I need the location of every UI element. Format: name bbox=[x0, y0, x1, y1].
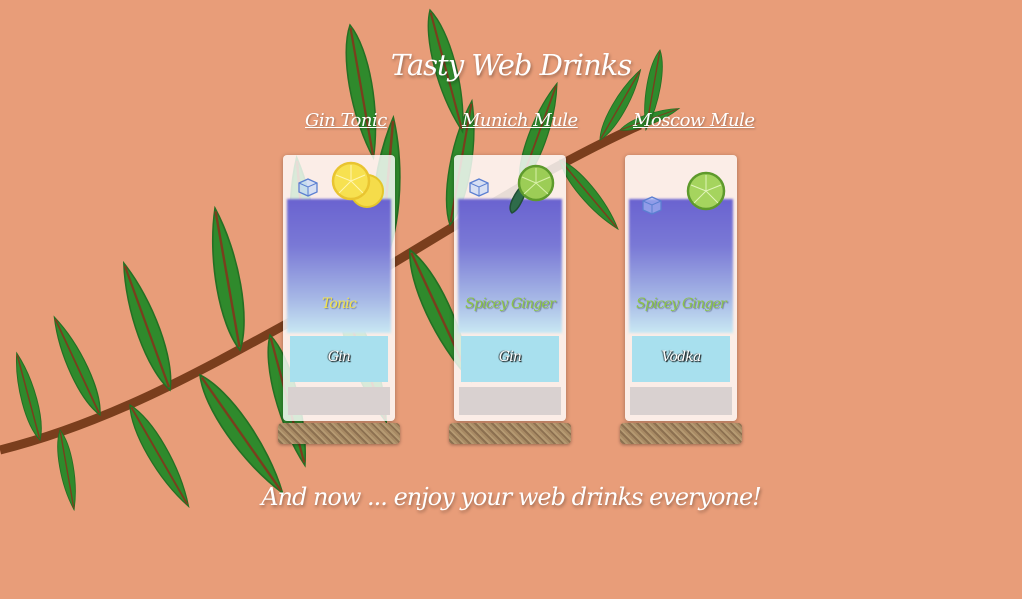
spirit-label: Gin bbox=[498, 349, 522, 365]
footer-message: And now ... enjoy your web drinks everyo… bbox=[261, 483, 762, 511]
glass-base bbox=[459, 387, 561, 415]
ice-cube-icon bbox=[298, 178, 318, 197]
ice-cube-icon bbox=[469, 178, 489, 197]
mixer-label: Tonic bbox=[321, 296, 357, 312]
glass-liquid bbox=[287, 199, 391, 333]
drink-glass-moscow-mule: Spicey Ginger Vodka bbox=[625, 155, 737, 421]
mixer-label: Spicey Ginger bbox=[636, 296, 727, 312]
glass-base bbox=[288, 387, 390, 415]
coaster bbox=[620, 423, 742, 444]
glass-liquid bbox=[629, 199, 733, 333]
lemon-slice-icon bbox=[331, 161, 384, 208]
link-moscow-mule[interactable]: Moscow Mule bbox=[633, 110, 755, 131]
lime-slice-icon bbox=[686, 171, 726, 211]
spirit-label: Gin bbox=[327, 349, 351, 365]
glass-base bbox=[630, 387, 732, 415]
spirit-label: Vodka bbox=[661, 349, 701, 365]
link-munich-mule[interactable]: Munich Mule bbox=[462, 110, 578, 131]
mixer-label: Spicey Ginger bbox=[465, 296, 556, 312]
coaster bbox=[449, 423, 571, 444]
ice-cube-icon bbox=[642, 196, 662, 215]
drink-glass-gin-tonic: Tonic Gin bbox=[283, 155, 395, 421]
page-title: Tasty Web Drinks bbox=[390, 48, 632, 82]
drink-glass-munich-mule: Spicey Ginger Gin bbox=[454, 155, 566, 421]
cucumber-lime-icon bbox=[509, 164, 555, 214]
coaster bbox=[278, 423, 400, 444]
link-gin-tonic[interactable]: Gin Tonic bbox=[305, 110, 387, 131]
